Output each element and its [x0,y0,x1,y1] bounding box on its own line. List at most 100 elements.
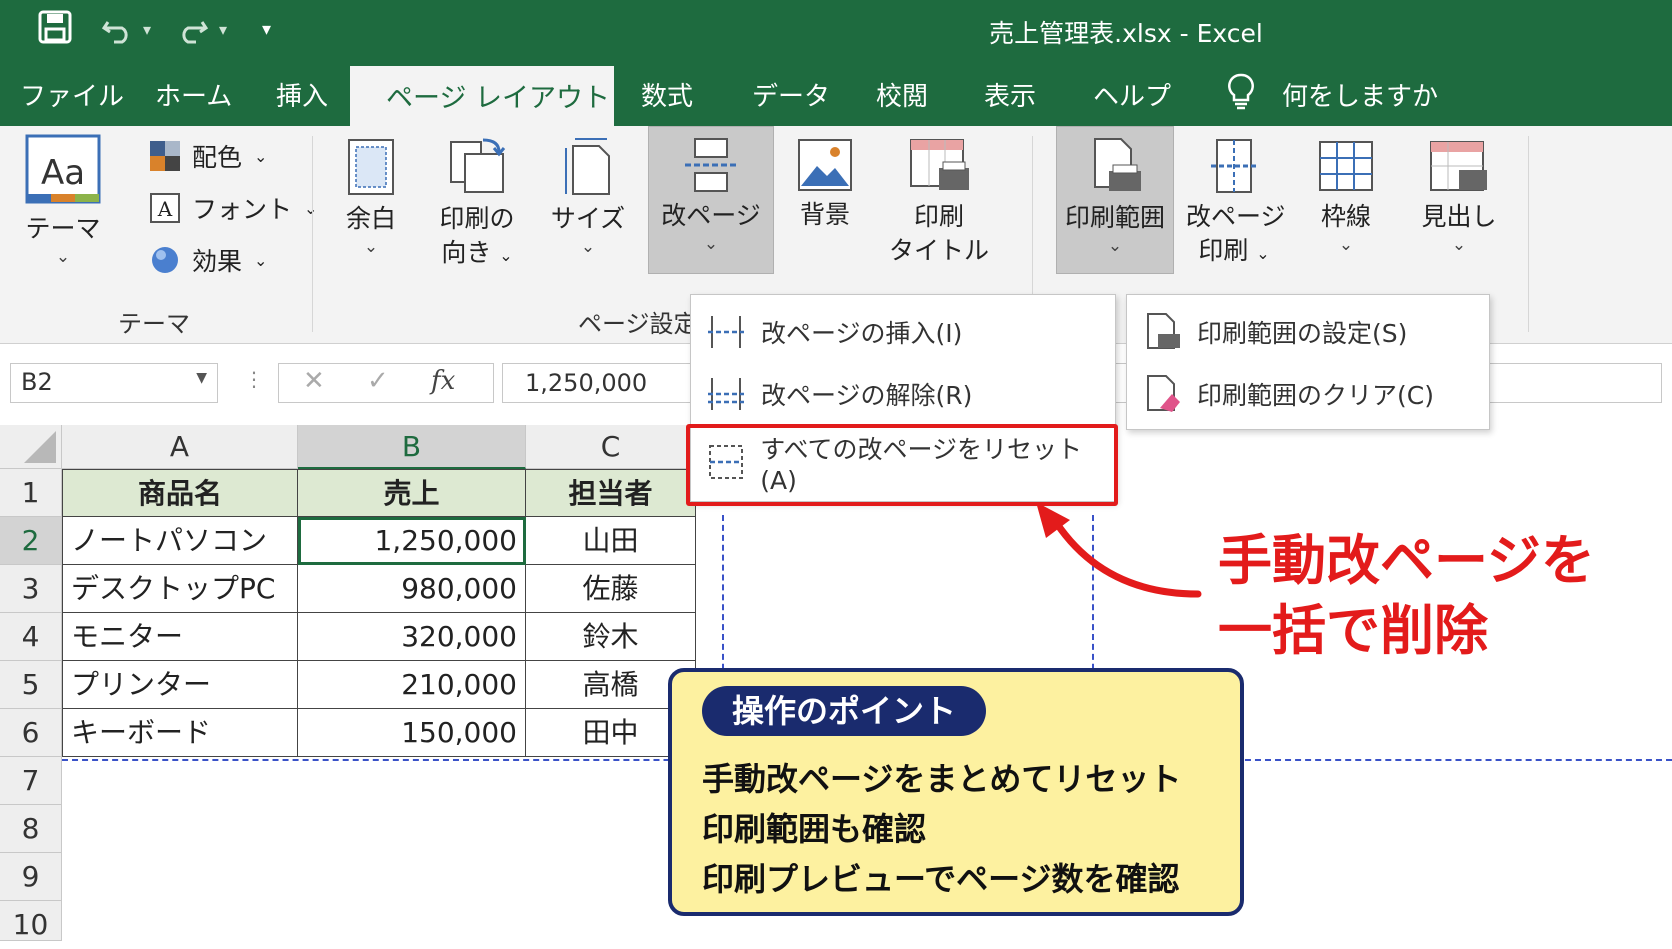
menu-item-set-print-area[interactable]: 印刷範囲の設定(S) [1127,301,1489,363]
theme-effects-icon [152,247,178,273]
chevron-down-icon: ⌄ [1338,235,1354,255]
tab-view[interactable]: 表示 [984,76,1036,113]
enter-icon[interactable]: ✓ [367,366,389,396]
tab-page-layout[interactable]: ページ レイアウト [350,66,614,126]
page-breaks-print-button[interactable]: 改ページ 印刷 ⌄ [1186,138,1286,271]
table-cell[interactable]: デスクトップPC [62,565,298,613]
header-cell[interactable]: 商品名 [62,469,298,517]
highlight-box [686,424,1118,506]
tips-line: 印刷プレビューでページ数を確認 [702,860,1180,898]
tab-formulas[interactable]: 数式 [641,76,693,113]
table-cell[interactable]: モニター [62,613,298,661]
tab-file[interactable]: ファイル [20,76,124,113]
row-header[interactable]: 8 [0,805,62,853]
chevron-down-icon: ⌄ [499,246,513,265]
chevron-down-icon: ⌄ [1107,236,1123,256]
chevron-down-icon[interactable]: ▼ [196,370,207,386]
select-all-corner[interactable] [0,425,62,469]
tips-line: 印刷範囲も確認 [702,810,927,848]
orientation-icon [450,138,506,193]
table-cell[interactable]: 210,000 [298,661,526,709]
window-title: 売上管理表.xlsx - Excel [989,19,1263,48]
breaks-button[interactable]: 改ページ ⌄ [648,126,774,274]
table-cell[interactable]: キーボード [62,709,298,757]
themes-icon: Aa [25,134,101,204]
menu-item-remove-page-break[interactable]: 改ページの解除(R) [691,363,1115,425]
theme-effects-button[interactable]: 効果 ⌄ [150,242,267,278]
header-cell[interactable]: 担当者 [526,469,696,517]
theme-fonts-button[interactable]: A フォント ⌄ [150,190,317,226]
print-area-icon [1094,138,1141,191]
chevron-down-icon: ⌄ [1256,244,1270,263]
formula-bar-grip-icon: ⋮ [244,367,264,391]
theme-colors-button[interactable]: 配色 ⌄ [150,138,267,174]
table-cell[interactable]: 山田 [526,517,696,565]
row-header[interactable]: 4 [0,613,62,661]
column-header-a[interactable]: A [62,425,298,469]
print-titles-icon [910,139,969,190]
row-header[interactable]: 3 [0,565,62,613]
table-cell[interactable]: 980,000 [298,565,526,613]
tips-line: 手動改ページをまとめてリセット [702,760,1182,798]
tips-box: 操作のポイント 手動改ページをまとめてリセット 印刷範囲も確認 印刷プレビューで… [668,668,1244,916]
chevron-down-icon: ⌄ [254,250,268,270]
name-box[interactable]: B2 ▼ [10,363,218,403]
table-cell[interactable]: ノートパソコン [62,517,298,565]
breaks-icon [685,138,737,192]
orientation-button[interactable]: 印刷の 向き ⌄ [432,136,522,273]
theme-colors-icon [150,141,180,171]
chevron-down-icon: ⌄ [1451,235,1467,255]
gridlines-icon [1319,141,1373,191]
tab-home[interactable]: ホーム [155,76,232,113]
background-button[interactable]: 背景 [790,138,860,232]
tips-title: 操作のポイント [702,686,987,736]
row-header[interactable]: 1 [0,469,62,517]
group-separator [312,136,313,332]
table-cell[interactable]: プリンター [62,661,298,709]
margins-icon [348,139,394,195]
chevron-down-icon: ⌄ [55,247,71,267]
chevron-down-icon: ⌄ [363,237,379,257]
header-cell[interactable]: 売上 [298,469,526,517]
column-header-c[interactable]: C [526,425,696,469]
insert-function-icon[interactable]: fx [431,366,455,396]
page-breaks-print-icon [1211,139,1257,193]
active-cell[interactable]: 1,250,000 [298,517,526,565]
tell-me-search[interactable]: 何をしますか [1282,76,1438,113]
themes-button[interactable]: Aa テーマ ⌄ [18,132,108,268]
row-header[interactable]: 7 [0,757,62,805]
tab-insert[interactable]: 挿入 [276,76,328,113]
gridlines-button[interactable]: 枠線 ⌄ [1308,138,1384,256]
chevron-down-icon: ⌄ [703,234,719,254]
headings-button[interactable]: 見出し ⌄ [1414,138,1504,256]
row-header[interactable]: 2 [0,517,62,565]
tab-data[interactable]: データ [752,76,830,113]
lightbulb-icon[interactable] [1226,72,1256,117]
row-header[interactable]: 9 [0,853,62,901]
print-titles-button[interactable]: 印刷 タイトル [886,138,992,268]
insert-page-break-icon [708,316,744,348]
table-cell[interactable]: 鈴木 [526,613,696,661]
table-cell[interactable]: 150,000 [298,709,526,757]
svg-text:A: A [157,197,173,221]
table-cell[interactable]: 佐藤 [526,565,696,613]
ribbon-tabs: ファイル ホーム 挿入 ページ レイアウト 数式 データ 校閲 表示 ヘルプ 何… [0,62,1672,126]
size-button[interactable]: サイズ ⌄ [548,136,628,258]
column-header-b[interactable]: B [298,425,526,469]
group-separator [1528,136,1529,332]
table-cell[interactable]: 320,000 [298,613,526,661]
print-area-button[interactable]: 印刷範囲 ⌄ [1056,126,1174,274]
row-header[interactable]: 6 [0,709,62,757]
menu-item-clear-print-area[interactable]: 印刷範囲のクリア(C) [1127,363,1489,425]
print-area-menu: 印刷範囲の設定(S) 印刷範囲のクリア(C) [1126,294,1490,430]
tab-review[interactable]: 校閲 [876,76,928,113]
tab-help[interactable]: ヘルプ [1093,76,1171,113]
row-header[interactable]: 5 [0,661,62,709]
formula-buttons: ✕ ✓ fx [278,363,494,403]
title-bar: ▾ ▾ ▾ 売上管理表.xlsx - Excel [0,0,1672,62]
cancel-icon[interactable]: ✕ [303,366,325,396]
svg-text:Aa: Aa [41,153,85,193]
row-header[interactable]: 10 [0,901,62,941]
menu-item-insert-page-break[interactable]: 改ページの挿入(I) [691,301,1115,363]
margins-button[interactable]: 余白 ⌄ [336,138,406,258]
